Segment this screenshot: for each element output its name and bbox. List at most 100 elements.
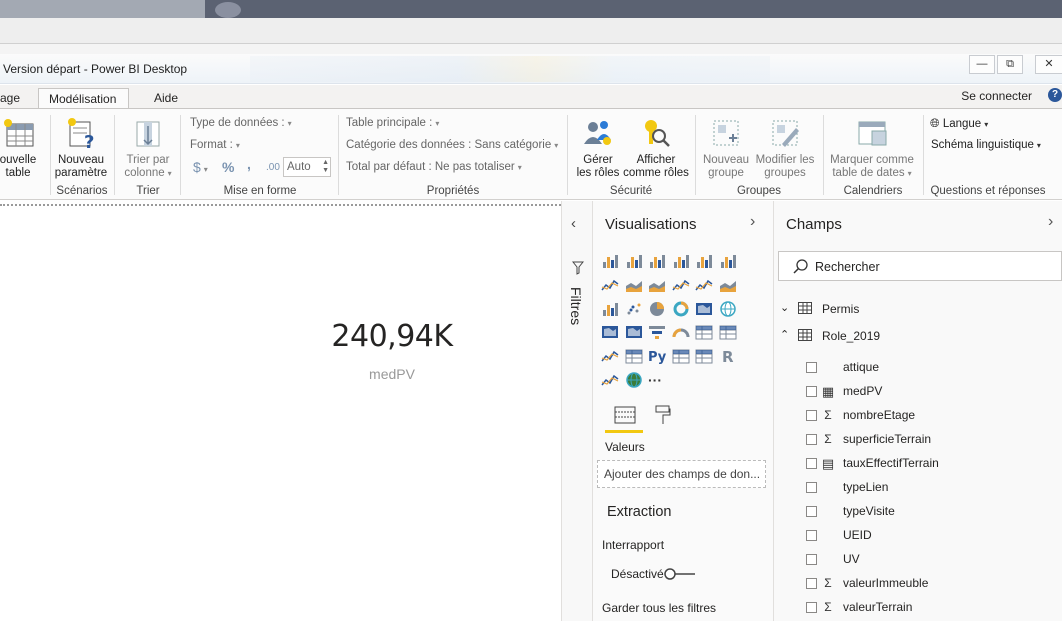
treemap-icon[interactable] [695, 301, 713, 317]
stacked-area-icon[interactable] [648, 277, 666, 293]
filters-pane-collapsed[interactable]: ‹ Filtres [561, 201, 593, 621]
gauge-icon[interactable] [672, 324, 690, 340]
restore-button[interactable]: ⧉ [997, 55, 1023, 74]
field-checkbox[interactable] [806, 386, 817, 397]
line-chart-icon[interactable] [601, 277, 619, 293]
field-name: tauxEffectifTerrain [843, 456, 939, 470]
help-icon[interactable]: ? [1048, 88, 1062, 102]
100-bar-icon[interactable] [695, 253, 713, 269]
new-group-button[interactable]: Nouveau groupe [700, 116, 752, 180]
cross-report-toggle-state: Désactivé [611, 567, 664, 581]
edit-groups-label-1: Modifier les [755, 154, 815, 166]
field-checkbox[interactable] [806, 458, 817, 469]
ribbon-chart-icon[interactable] [719, 277, 737, 293]
arcgis-map-icon[interactable] [625, 372, 643, 388]
kpi-icon[interactable] [601, 348, 619, 364]
title-bar: Version départ - Power BI Desktop — ⧉ ✕ [0, 54, 1062, 84]
chevron-down-icon[interactable]: ⌄ [780, 301, 789, 314]
field-name: valeurTerrain [843, 600, 913, 614]
stacked-bar-icon[interactable] [601, 253, 619, 269]
chevron-left-icon[interactable]: ‹ [571, 215, 576, 232]
slicer-icon[interactable] [625, 348, 643, 364]
area-chart-icon[interactable] [625, 277, 643, 293]
spinner-icon[interactable]: ▲ ▼ [322, 159, 329, 175]
field-checkbox[interactable] [806, 530, 817, 541]
tab-modelisation[interactable]: Modélisation [38, 88, 129, 110]
decimals-button[interactable]: .00 [266, 162, 280, 173]
fields-search-input[interactable]: Rechercher [778, 251, 1062, 281]
matrix-visual-icon[interactable] [695, 348, 713, 364]
100-column-icon[interactable] [719, 253, 737, 269]
donut-chart-icon[interactable] [672, 301, 690, 317]
new-parameter-label-1: Nouveau [57, 154, 105, 166]
report-canvas[interactable]: 240,94K medPV [0, 201, 561, 621]
python-visual-icon[interactable]: Py [648, 348, 667, 365]
r-visual-icon[interactable]: R [719, 348, 737, 366]
group-label-qa: Questions et réponses [930, 185, 1046, 197]
comma-button[interactable]: , [247, 156, 251, 172]
field-checkbox[interactable] [806, 554, 817, 565]
line-column-icon[interactable] [671, 277, 690, 293]
table-visual-icon[interactable] [672, 348, 690, 364]
format-dropdown[interactable]: Format : ▾ [190, 139, 240, 151]
view-as-roles-button[interactable]: Afficher comme rôles [622, 116, 690, 180]
field-checkbox[interactable] [806, 362, 817, 373]
funnel-icon[interactable] [648, 324, 666, 340]
new-parameter-button[interactable]: ? Nouveau paramètre [54, 116, 108, 180]
chevron-right-icon[interactable]: › [750, 213, 755, 231]
values-drop-zone[interactable]: Ajouter des champs de don... [597, 460, 766, 488]
paint-roller-icon[interactable] [655, 405, 671, 425]
pie-chart-icon[interactable] [648, 301, 666, 317]
field-checkbox[interactable] [806, 506, 817, 517]
multirow-card-icon[interactable] [719, 324, 737, 340]
shape-map-icon[interactable] [625, 324, 643, 340]
cross-report-toggle[interactable] [663, 567, 697, 581]
linguistic-schema-dropdown[interactable]: Schéma linguistique ▾ [931, 139, 1041, 151]
card-icon[interactable] [695, 324, 713, 340]
manage-roles-icon [584, 121, 611, 145]
sign-in-link[interactable]: Se connecter [961, 89, 1032, 103]
mark-date-label-1: Marquer comme [830, 154, 914, 166]
map-icon[interactable] [719, 300, 737, 317]
language-dropdown[interactable]: 🌐︎ Langue ▾ [930, 116, 988, 131]
clustered-bar-icon[interactable] [648, 253, 666, 269]
os-taskbar-strip [0, 0, 1062, 18]
sort-by-column-button[interactable]: Trier par colonne ▾ [118, 116, 178, 180]
key-influencers-icon[interactable] [601, 372, 619, 388]
chevron-up-icon[interactable]: ⌃ [780, 328, 789, 341]
tab-affichage[interactable]: age [0, 88, 30, 110]
tab-aide[interactable]: Aide [144, 88, 188, 110]
line-stacked-column-icon[interactable] [695, 277, 713, 293]
field-checkbox[interactable] [806, 602, 817, 613]
default-summary-dropdown[interactable]: Total par défaut : Ne pas totaliser ▾ [346, 161, 522, 173]
field-checkbox[interactable] [806, 410, 817, 421]
field-checkbox[interactable] [806, 482, 817, 493]
search-icon [793, 259, 808, 274]
manage-roles-button[interactable]: Gérer les rôles [572, 116, 624, 180]
home-table-dropdown[interactable]: Table principale : ▾ [346, 117, 439, 129]
edit-groups-button[interactable]: Modifier les groupes [752, 116, 818, 180]
field-name: UEID [843, 528, 872, 542]
mark-as-date-table-button[interactable]: Marquer comme table de dates ▾ [826, 116, 918, 180]
data-category-dropdown[interactable]: Catégorie des données : Sans catégorie ▾ [346, 139, 558, 151]
waterfall-icon[interactable] [601, 301, 619, 317]
more-visuals-icon[interactable]: ··· [648, 372, 666, 388]
close-button[interactable]: ✕ [1035, 55, 1062, 74]
chevron-right-icon[interactable]: › [1048, 213, 1053, 231]
fields-well-icon[interactable] [614, 406, 636, 424]
percent-button[interactable]: % [222, 159, 234, 175]
currency-button[interactable]: $ ▾ [193, 159, 208, 175]
decimal-places-input[interactable]: Auto ▲ ▼ [283, 157, 331, 177]
field-checkbox[interactable] [806, 578, 817, 589]
manage-roles-label-2: les rôles [576, 167, 620, 179]
clustered-column-icon[interactable] [672, 253, 690, 269]
table-icon [798, 302, 812, 317]
new-table-button[interactable]: ouvelle table [0, 116, 42, 180]
stacked-column-icon[interactable] [625, 253, 643, 269]
field-name: UV [843, 552, 860, 566]
filled-map-icon[interactable] [601, 324, 619, 340]
scatter-icon[interactable] [625, 301, 643, 317]
field-checkbox[interactable] [806, 434, 817, 445]
minimize-button[interactable]: — [969, 55, 995, 74]
data-type-dropdown[interactable]: Type de données : ▾ [190, 117, 292, 129]
